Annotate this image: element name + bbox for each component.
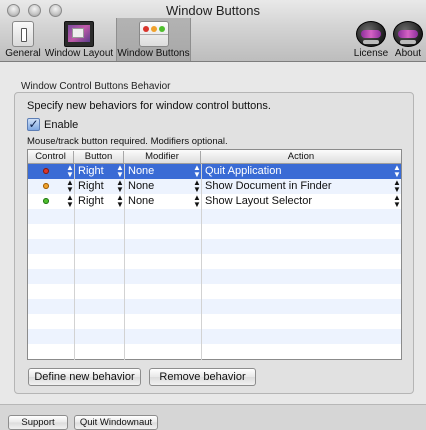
- modifier-value: None: [128, 195, 155, 207]
- enable-checkbox-row[interactable]: ✓ Enable: [27, 118, 78, 131]
- helmet-icon: [356, 21, 386, 47]
- button-value: Right: [78, 165, 104, 177]
- general-prefs-icon: [12, 21, 34, 47]
- modifier-value: None: [128, 180, 155, 192]
- toolbar-label-about: About: [394, 48, 422, 59]
- zoom-button-indicator: [43, 198, 49, 204]
- remove-behavior-button[interactable]: Remove behavior: [149, 368, 256, 386]
- toolbar-label-license: License: [353, 48, 389, 59]
- table-row[interactable]: ▲ ▼ Right ▲ ▼ None ▲ ▼ Show Document in Finde…: [28, 179, 401, 194]
- table-row[interactable]: ▲ ▼ Right ▲ ▼ None ▲ ▼ Show Layout Selector ▲ ▼: [28, 194, 401, 209]
- column-header-action[interactable]: Action: [201, 151, 401, 163]
- toolbar-label-window-buttons: Window Buttons: [117, 48, 190, 59]
- control-popup-arrow[interactable]: ▲ ▼: [66, 194, 74, 209]
- action-popup[interactable]: Show Document in Finder ▲ ▼: [205, 179, 401, 194]
- table-row[interactable]: ▲ ▼ Right ▲ ▼ None ▲ ▼ Quit Application ▲ ▼: [28, 164, 401, 179]
- button-popup[interactable]: Right ▲ ▼: [78, 164, 124, 179]
- toolbar-label-window-layout: Window Layout: [44, 48, 114, 59]
- window-toolbar: Window Buttons General Window Layout Win…: [0, 0, 426, 62]
- button-popup[interactable]: Right ▲ ▼: [78, 194, 124, 209]
- toolbar-general[interactable]: General: [4, 18, 42, 61]
- quit-windownaut-button[interactable]: Quit Windownaut: [74, 415, 158, 430]
- modifier-popup[interactable]: None ▲ ▼: [128, 179, 201, 194]
- button-value: Right: [78, 180, 104, 192]
- modifier-popup[interactable]: None ▲ ▼: [128, 194, 201, 209]
- action-value: Show Document in Finder: [205, 180, 332, 192]
- support-button[interactable]: Support: [8, 415, 68, 430]
- column-header-control[interactable]: Control: [28, 151, 74, 163]
- modifier-value: None: [128, 165, 155, 177]
- close-button-indicator: [43, 168, 49, 174]
- column-header-button[interactable]: Button: [74, 151, 124, 163]
- action-popup[interactable]: Quit Application ▲ ▼: [205, 164, 401, 179]
- control-popup-arrow[interactable]: ▲ ▼: [66, 179, 74, 194]
- helmet-icon: [393, 21, 423, 47]
- section-description: Specify new behaviors for window control…: [27, 100, 271, 112]
- toolbar-window-layout[interactable]: Window Layout: [43, 18, 115, 61]
- modifier-popup[interactable]: None ▲ ▼: [128, 164, 201, 179]
- action-popup[interactable]: Show Layout Selector ▲ ▼: [205, 194, 401, 209]
- column-header-modifier[interactable]: Modifier: [124, 151, 201, 163]
- section-title: Window Control Buttons Behavior: [21, 81, 171, 92]
- button-value: Right: [78, 195, 104, 207]
- toolbar-label-general: General: [5, 48, 41, 59]
- action-value: Show Layout Selector: [205, 195, 313, 207]
- minimize-button-indicator: [43, 183, 49, 189]
- table-header: Control Button Modifier Action: [28, 150, 401, 164]
- modifier-hint: Mouse/track button required. Modifiers o…: [27, 136, 228, 147]
- toolbar-window-buttons[interactable]: Window Buttons: [116, 18, 191, 61]
- toolbar-about[interactable]: About: [392, 18, 424, 61]
- window-title: Window Buttons: [166, 3, 260, 18]
- enable-label: Enable: [44, 118, 79, 131]
- window-layout-icon: [64, 21, 94, 47]
- window-buttons-icon: [138, 21, 169, 47]
- behavior-table: Control Button Modifier Action ▲ ▼ Right ▲…: [27, 149, 402, 360]
- control-popup-arrow[interactable]: ▲ ▼: [66, 164, 74, 179]
- define-new-behavior-button[interactable]: Define new behavior: [28, 368, 141, 386]
- enable-checkbox[interactable]: ✓: [27, 118, 40, 131]
- button-popup[interactable]: Right ▲ ▼: [78, 179, 124, 194]
- action-value: Quit Application: [205, 165, 282, 177]
- toolbar-license[interactable]: License: [352, 18, 390, 61]
